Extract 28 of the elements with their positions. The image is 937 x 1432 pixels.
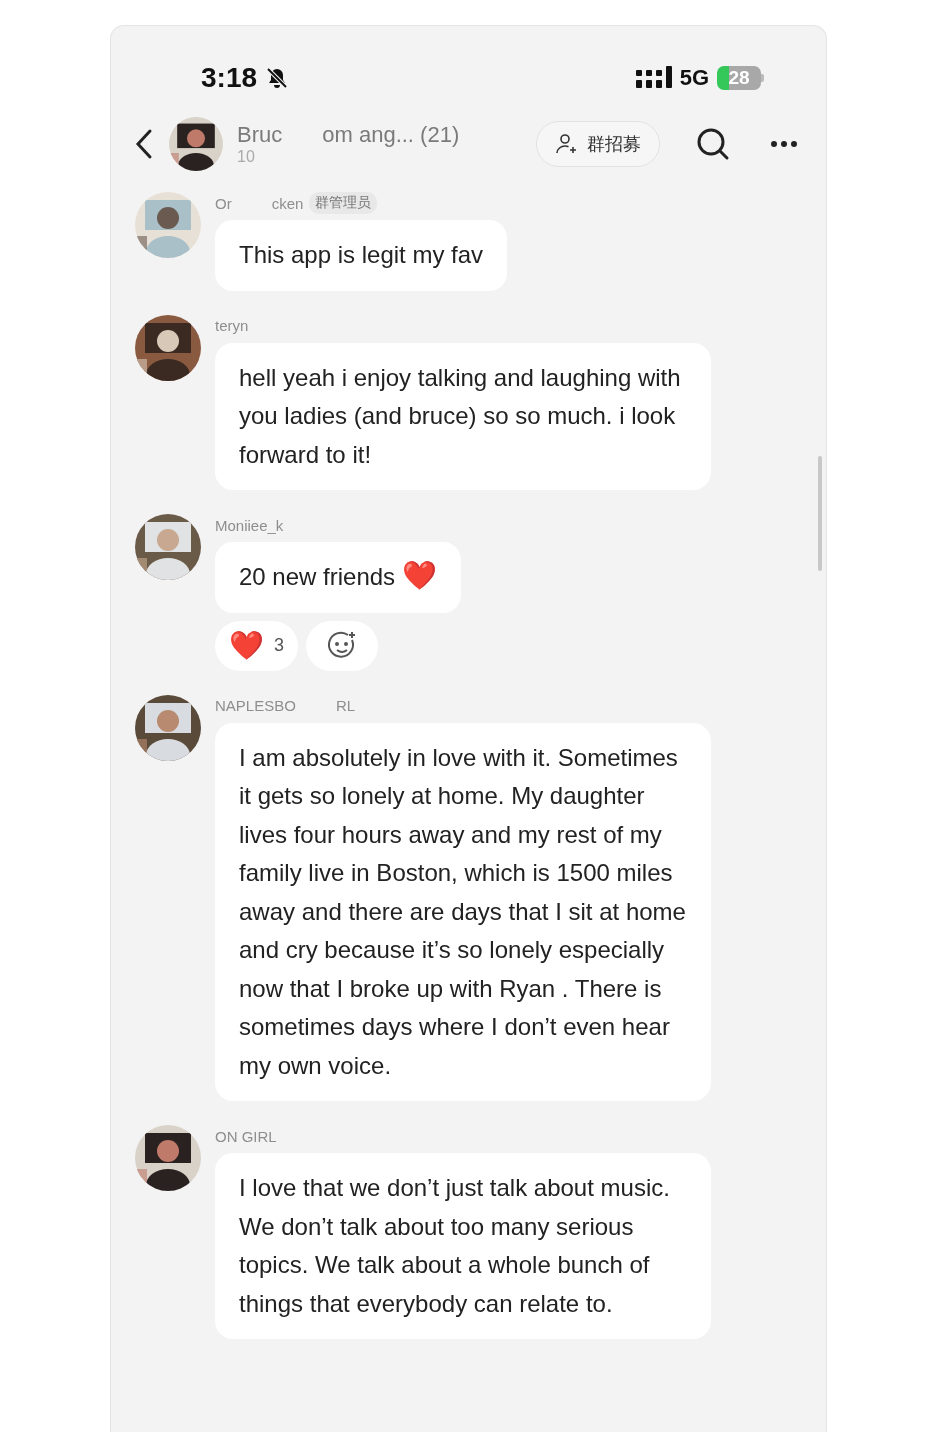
add-person-icon bbox=[555, 132, 579, 156]
message-bubble: hell yeah i enjoy talking and laughing with you ladies (and bruce) so so much. i look forward to it! bbox=[215, 342, 711, 490]
signal-icon bbox=[635, 66, 672, 90]
recruit-button[interactable]: 群招募 bbox=[536, 121, 660, 167]
status-time: 3:18 bbox=[201, 62, 258, 94]
message-bubble: This app is legit my fav bbox=[215, 220, 508, 291]
sender-name: teryn bbox=[215, 317, 249, 334]
battery-percent: 28 bbox=[728, 67, 750, 89]
more-button[interactable] bbox=[770, 140, 798, 148]
sender-name: Or bbox=[215, 194, 232, 212]
message-bubble: I love that we don’t just talk about music. We don’t talk about too many serious topics. We talk about a whole bunch of things that everybody can relate to. bbox=[215, 1153, 711, 1339]
message-bubble: 20 new friends ❤ bbox=[215, 542, 461, 613]
add-reaction-button[interactable] bbox=[306, 620, 378, 671]
sender-name: cken bbox=[271, 194, 304, 212]
chat-title: Bruc bbox=[237, 122, 283, 148]
search-button[interactable] bbox=[696, 127, 730, 161]
message-bubble: I am absolutely in love with it. Sometimes it gets so lonely at home. My daughter lives four hours away and my rest of my family live in Boston, which is 1500 miles away and there are days that I sit at home and cry because it’s so lonely especially now that I broke up with Ryan . There is sometimes days where I don’t even hear my own voice. bbox=[215, 722, 711, 1101]
sender-name: Moniiee_k bbox=[215, 516, 284, 534]
chat-title: om ang... (21) bbox=[322, 122, 460, 148]
sender-name: NAPLESBO bbox=[215, 697, 296, 714]
network-label: 5G bbox=[679, 65, 709, 91]
admin-badge: 群管理员 bbox=[309, 192, 378, 214]
reaction-button[interactable]: ❤ 3 bbox=[215, 620, 298, 671]
back-button[interactable] bbox=[135, 128, 153, 160]
bell-muted-icon bbox=[265, 66, 290, 90]
sender-name: RL bbox=[335, 697, 356, 714]
sender-name: ON GIRL bbox=[215, 1127, 277, 1145]
member-count: 10 bbox=[237, 148, 256, 166]
